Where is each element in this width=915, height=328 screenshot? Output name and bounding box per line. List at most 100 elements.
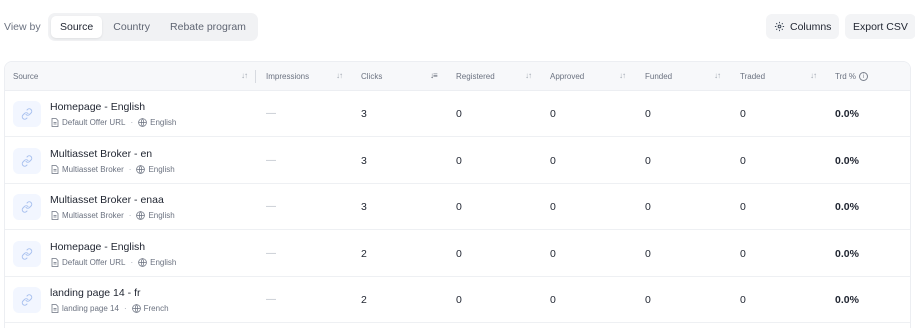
column-resize-handle[interactable] [255,70,256,83]
export-csv-label: Export CSV [853,20,908,33]
table-row[interactable]: Multiasset Broker - en Multiasset Broker… [5,138,910,184]
separator-dot: · [123,304,127,313]
tab-country[interactable]: Country [104,16,159,38]
clicks-cell: 3 [361,201,367,213]
impressions-cell: — [266,108,276,119]
traded-cell: 0 [740,201,746,213]
impressions-cell: — [266,247,276,259]
funded-cell: 0 [645,247,651,260]
source-language: English [148,164,175,174]
approved-cell: 0 [550,154,556,167]
separator-dot: · [128,211,132,220]
column-header-impressions[interactable]: Impressions [266,62,309,91]
source-language: English [150,257,177,267]
document-icon [51,118,59,127]
clicks-cell: 2 [361,247,367,260]
source-meta: landing page 14 · French [51,304,169,313]
sort-arrows-icon[interactable]: ↓↑ [336,71,343,80]
globe-icon [136,164,146,174]
document-icon [51,164,59,174]
sort-arrows-icon[interactable]: ↓↑ [714,71,721,80]
funded-cell: 0 [645,154,651,167]
column-header-clicks[interactable]: Clicks [361,62,382,91]
separator-dot: · [130,257,134,267]
table-row[interactable]: Multiasset Broker - enaa Multiasset Brok… [5,184,910,230]
table-header: Source ↓↑ Impressions ↓↑ Clicks ↓≡ Regis… [5,62,910,91]
source-title[interactable]: Multiasset Broker - enaa [50,194,164,206]
column-header-registered[interactable]: Registered [456,62,495,91]
sort-desc-icon[interactable]: ↓≡ [430,71,438,80]
traded-cell: 0 [740,247,746,260]
table-row[interactable]: landing page 14 - fr landing page 14 · F… [5,277,910,323]
sort-arrows-icon[interactable]: ↓↑ [810,71,817,80]
sort-arrows-icon[interactable]: ↓↑ [619,71,626,80]
source-meta: Default Offer URL · English [51,258,176,267]
globe-icon [136,211,146,220]
link-icon [13,194,41,220]
trd-percent-cell: 0.0% [835,108,859,120]
globe-icon [138,118,147,127]
registered-cell: 0 [456,201,462,213]
sort-arrows-icon[interactable]: ↓↑ [241,71,248,80]
table-row[interactable]: Homepage - English Default Offer URL · E… [5,231,910,277]
tab-rebate-program[interactable]: Rebate program [161,16,255,38]
source-offer-type: Default Offer URL [62,118,126,127]
approved-cell: 0 [550,247,556,260]
trd-percent-cell: 0.0% [835,247,859,260]
source-offer-type: Multiasset Broker [62,211,124,220]
globe-icon [131,304,141,313]
separator-dot: · [130,118,134,127]
column-header-source[interactable]: Source [13,62,38,91]
source-title[interactable]: Multiasset Broker - en [50,148,152,160]
tab-source[interactable]: Source [51,16,103,38]
column-header-trd-label: Trd % [835,72,857,81]
approved-cell: 0 [550,201,556,213]
impressions-cell: — [266,154,276,166]
link-icon [13,287,41,313]
funded-cell: 0 [645,201,651,213]
separator-dot: · [128,164,132,174]
export-csv-button[interactable]: Export CSV [845,14,915,39]
trd-percent-cell: 0.0% [835,154,859,167]
document-icon [51,304,59,313]
document-icon [51,211,59,220]
source-meta: Multiasset Broker · English [51,165,175,174]
columns-button[interactable]: Columns [766,14,840,39]
source-meta: Multiasset Broker · English [51,211,175,220]
source-language: English [148,211,175,220]
clicks-cell: 3 [361,108,367,120]
source-title[interactable]: Homepage - English [50,241,145,253]
registered-cell: 0 [456,154,462,167]
impressions-cell: — [266,201,276,212]
link-icon [13,240,41,267]
source-offer-type: Default Offer URL [62,257,126,267]
source-language: French [143,304,169,313]
traded-cell: 0 [740,108,746,120]
registered-cell: 0 [456,294,462,306]
approved-cell: 0 [550,108,556,120]
column-header-approved[interactable]: Approved [550,62,584,91]
sort-arrows-icon[interactable]: ↓↑ [525,71,532,80]
funded-cell: 0 [645,108,651,120]
table-row[interactable]: Homepage - English Default Offer URL · E… [5,91,910,137]
columns-button-label: Columns [790,20,832,33]
source-offer-type: landing page 14 [62,304,119,313]
registered-cell: 0 [456,247,462,260]
source-offer-type: Multiasset Broker [62,164,124,174]
column-header-funded[interactable]: Funded [645,62,672,91]
source-language: English [150,118,177,127]
approved-cell: 0 [550,294,556,306]
source-title[interactable]: landing page 14 - fr [50,287,140,299]
toolbar: View by Source Country Rebate program Co… [0,0,915,56]
data-table: Source ↓↑ Impressions ↓↑ Clicks ↓≡ Regis… [4,61,911,328]
document-icon [51,257,59,267]
view-by-segmented-control: Source Country Rebate program [48,13,258,41]
source-title[interactable]: Homepage - English [50,101,145,113]
traded-cell: 0 [740,154,746,167]
globe-icon [138,257,147,267]
clicks-cell: 2 [361,294,367,306]
info-icon[interactable]: i [859,72,869,81]
column-header-traded[interactable]: Traded [740,62,765,91]
column-header-trd-percent[interactable]: Trd % i [835,62,869,91]
funded-cell: 0 [645,294,651,306]
